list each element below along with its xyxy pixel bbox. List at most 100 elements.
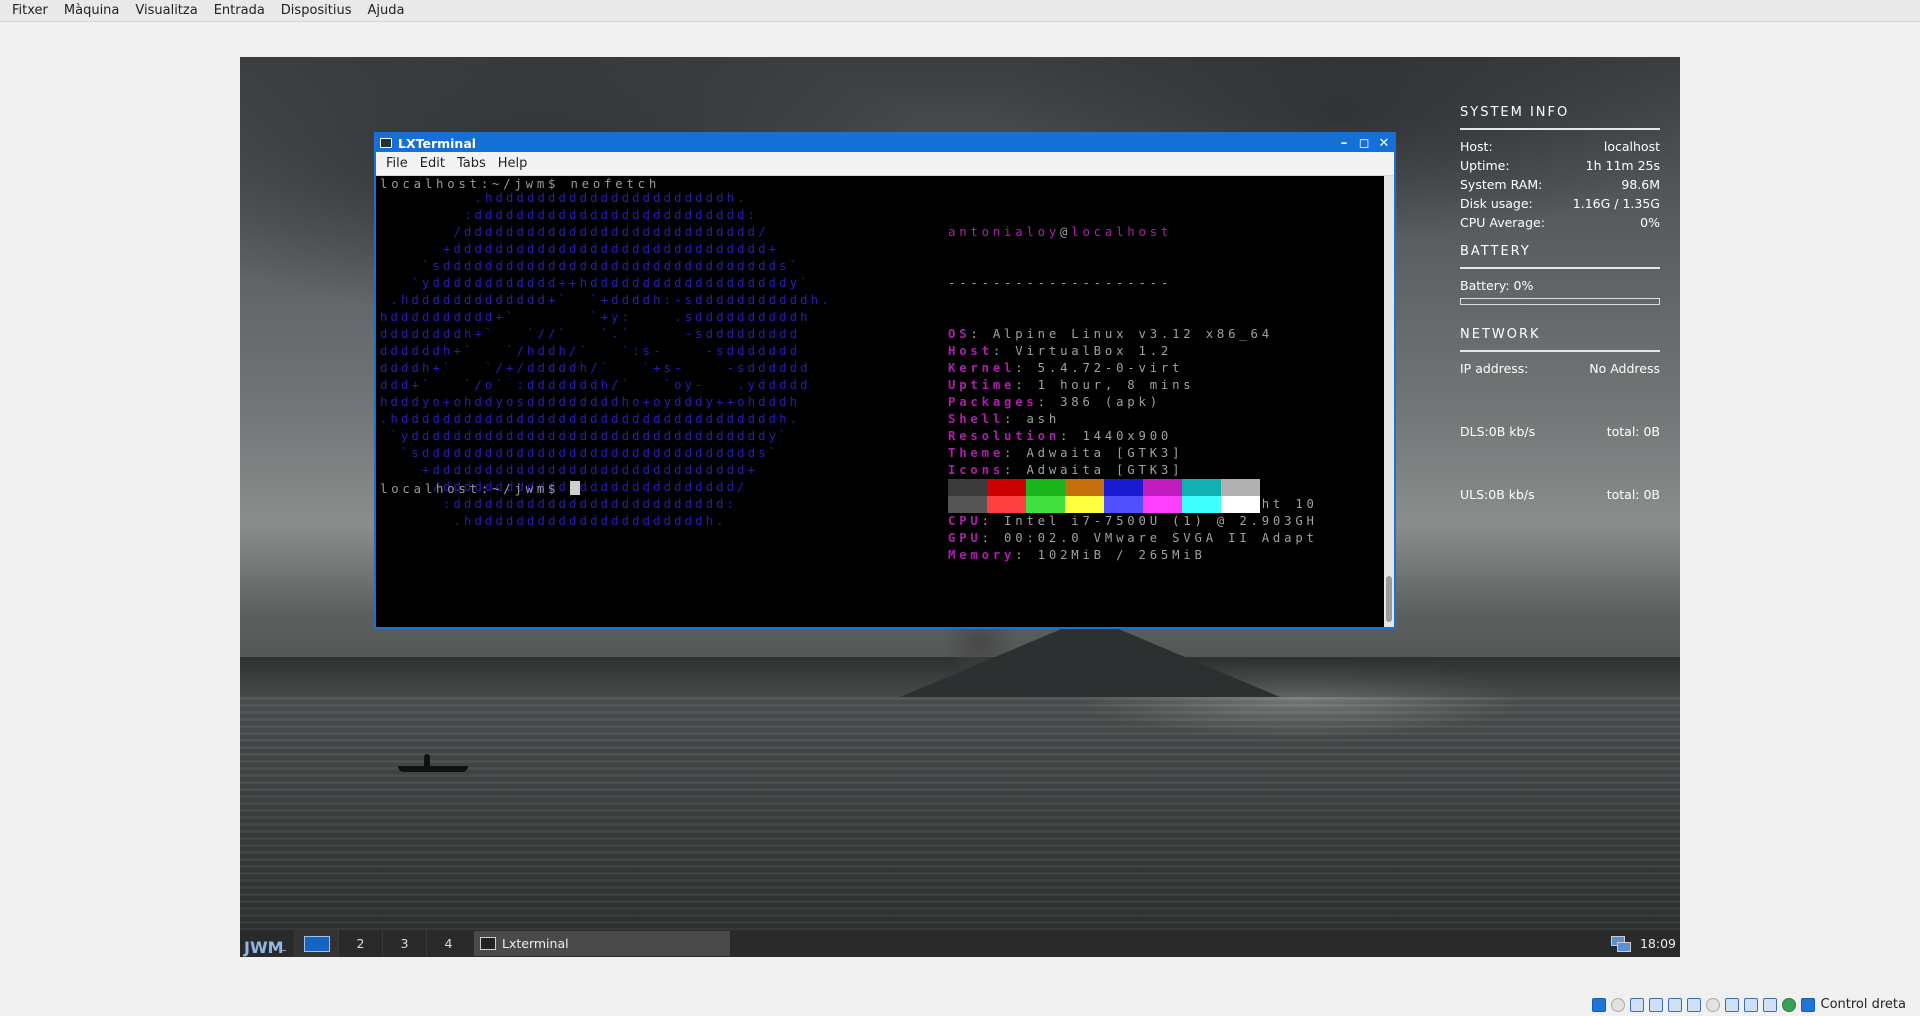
download-rate: DLS:0B kb/s xyxy=(1460,424,1536,439)
battery-title: BATTERY xyxy=(1460,244,1531,259)
color-swatch xyxy=(1143,479,1182,496)
info-value: 1 hour, 8 mins xyxy=(1037,378,1195,392)
info-row-host: Host: localhost xyxy=(1460,137,1660,156)
host-name: localhost xyxy=(1071,225,1173,239)
info-line: GPU: 00:02.0 VMware SVGA II Adapt xyxy=(948,531,1318,545)
info-value: 1440x900 xyxy=(1082,429,1173,443)
info-value: 5.4.72-0-virt xyxy=(1037,361,1184,375)
info-value: Alpine Linux v3.12 x86_64 xyxy=(992,327,1273,341)
audio-icon[interactable] xyxy=(1629,997,1644,1012)
info-line: Icons: Adwaita [GTK3] xyxy=(948,463,1184,477)
prompt-line[interactable]: localhost:~/jwm$ xyxy=(380,481,581,498)
terminal-icon xyxy=(380,138,392,148)
lxterminal-window[interactable]: LXTerminal – ◻ ✕ File Edit Tabs Help loc… xyxy=(374,132,1396,629)
user-name: antonialoy xyxy=(948,225,1061,239)
color-swatch xyxy=(948,479,987,496)
ip-row: IP address: No Address xyxy=(1460,359,1660,378)
workspace-2[interactable]: 2 xyxy=(338,930,382,957)
menu-fitxer[interactable]: Fitxer xyxy=(4,0,56,22)
video-capture-icon[interactable] xyxy=(1724,997,1739,1012)
menu-ajuda[interactable]: Ajuda xyxy=(360,0,413,22)
shared-folders-icon[interactable] xyxy=(1686,997,1701,1012)
menu-help[interactable]: Help xyxy=(492,156,534,171)
menu-entrada[interactable]: Entrada xyxy=(206,0,273,22)
usb-icon[interactable] xyxy=(1667,997,1682,1012)
mouse-integration-icon[interactable] xyxy=(1781,997,1796,1012)
optical-drive-icon[interactable] xyxy=(1610,997,1625,1012)
network-icon[interactable] xyxy=(1610,934,1632,954)
clock[interactable]: 18:09 xyxy=(1640,936,1676,951)
row-label: Disk usage: xyxy=(1460,196,1533,211)
info-line: Kernel: 5.4.72-0-virt xyxy=(948,361,1184,375)
guest-screen[interactable]: SYSTEM INFO Host: localhost Uptime: 1h 11m… xyxy=(240,57,1680,957)
info-line: Shell: ash xyxy=(948,412,1061,426)
color-swatch xyxy=(1104,496,1143,513)
task-lxterminal[interactable]: Lxterminal xyxy=(474,931,730,956)
menu-tabs[interactable]: Tabs xyxy=(451,156,492,171)
menu-file[interactable]: File xyxy=(380,156,414,171)
info-line: Host: VirtualBox 1.2 xyxy=(948,344,1173,358)
row-label: Host: xyxy=(1460,139,1493,154)
info-key: Host xyxy=(948,344,993,358)
info-key: Shell xyxy=(948,412,1005,426)
terminal-scrollbar[interactable] xyxy=(1384,176,1394,627)
terminal-menubar: File Edit Tabs Help xyxy=(376,152,1394,176)
network-adapter-icon[interactable] xyxy=(1648,997,1663,1012)
virtualization-icon[interactable] xyxy=(1762,997,1777,1012)
menu-edit[interactable]: Edit xyxy=(414,156,451,171)
workspace-4[interactable]: 4 xyxy=(426,930,470,957)
row-value: 98.6M xyxy=(1621,177,1660,192)
menu-dispositius[interactable]: Dispositius xyxy=(273,0,360,22)
keyboard-capture-icon[interactable] xyxy=(1800,997,1815,1012)
menu-maquina[interactable]: Màquina xyxy=(56,0,128,22)
info-line: Resolution: 1440x900 xyxy=(948,429,1173,443)
info-key: CPU xyxy=(948,514,982,528)
maximize-icon[interactable]: ◻ xyxy=(1354,136,1374,151)
terminal-icon xyxy=(480,937,496,950)
vbox-menubar: Fitxer Màquina Visualitza Entrada Dispos… xyxy=(0,0,1920,22)
info-row-ram: System RAM: 98.6M xyxy=(1460,175,1660,194)
battery-row: Battery: 0% xyxy=(1460,276,1660,295)
task-label: Lxterminal xyxy=(502,936,569,951)
host-key-label: Control dreta xyxy=(1820,997,1907,1012)
info-key: Uptime xyxy=(948,378,1016,392)
jwm-logo-icon[interactable]: JWM xyxy=(240,930,284,957)
row-value: 1h 11m 25s xyxy=(1585,158,1660,173)
wallpaper-water xyxy=(240,697,1680,957)
row-label: Uptime: xyxy=(1460,158,1510,173)
color-swatch xyxy=(987,479,1026,496)
info-line: Memory: 102MiB / 265MiB xyxy=(948,548,1206,562)
scrollbar-thumb[interactable] xyxy=(1386,576,1392,622)
info-value: 00:02.0 VMware SVGA II Adapt xyxy=(1004,531,1318,545)
info-row-disk: Disk usage: 1.16G / 1.35G xyxy=(1460,194,1660,213)
ip-label: IP address: xyxy=(1460,361,1529,376)
window-titlebar[interactable]: LXTerminal – ◻ ✕ xyxy=(376,134,1394,152)
guest-taskbar: JWM _ 2 3 4 Lxterminal 18:09 xyxy=(240,930,1680,957)
row-label: System RAM: xyxy=(1460,177,1543,192)
minimize-icon[interactable]: – xyxy=(1334,136,1354,151)
info-line: CPU: Intel i7-7500U (1) @ 2.903GH xyxy=(948,514,1318,528)
color-swatch xyxy=(1104,479,1143,496)
workspace-3[interactable]: 3 xyxy=(382,930,426,957)
download-total: total: 0B xyxy=(1606,424,1660,439)
menu-visualitza[interactable]: Visualitza xyxy=(127,0,205,22)
info-key: OS xyxy=(948,327,971,341)
hard-disk-icon[interactable] xyxy=(1591,997,1606,1012)
divider xyxy=(1460,350,1660,352)
close-icon[interactable]: ✕ xyxy=(1374,136,1394,151)
info-line: Theme: Adwaita [GTK3] xyxy=(948,446,1184,460)
display-icon[interactable] xyxy=(1705,997,1720,1012)
color-swatch xyxy=(1026,479,1065,496)
info-line: Packages: 386 (apk) xyxy=(948,395,1161,409)
neofetch-info: antonialoy@localhost -------------------… xyxy=(948,190,1318,598)
workspace-1[interactable] xyxy=(294,930,338,957)
terminal-output[interactable]: localhost:~/jwm$ neofetch .hdddddddddddd… xyxy=(376,176,1384,627)
underscore-icon: _ xyxy=(280,936,286,951)
divider xyxy=(1460,128,1660,130)
info-key: Kernel xyxy=(948,361,1016,375)
cpu-icon[interactable] xyxy=(1743,997,1758,1012)
prompt-text: localhost:~/jwm$ xyxy=(380,482,571,496)
color-swatch xyxy=(948,496,987,513)
info-key: Packages xyxy=(948,395,1038,409)
